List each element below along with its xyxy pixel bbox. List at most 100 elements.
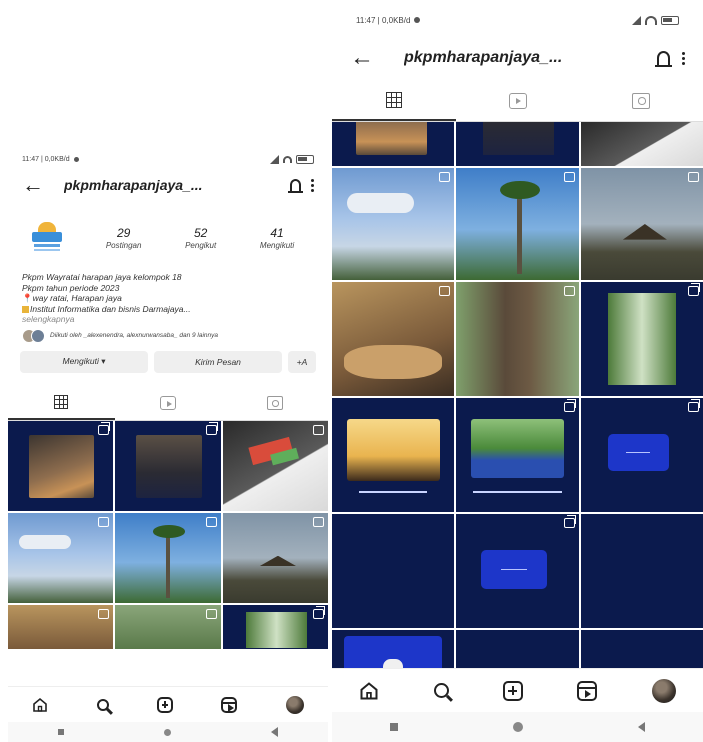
grid-icon (385, 91, 402, 108)
post-thumbnail[interactable] (115, 512, 221, 603)
profile-avatar-icon[interactable] (651, 678, 676, 703)
home-icon[interactable] (359, 681, 379, 701)
post-thumbnail[interactable] (580, 282, 703, 396)
home-icon[interactable] (32, 697, 48, 713)
post-thumbnail[interactable] (456, 282, 579, 396)
right-phone-screen: 11:47 | 0,0KB/d ← pkpmharapanjaya_... (332, 0, 703, 742)
tab-posts[interactable] (332, 80, 456, 121)
bio-line: way ratai, Harapan jaya (32, 293, 122, 303)
status-time: 11:47 | 0,0KB/d (356, 15, 411, 25)
back-arrow-icon[interactable]: ← (22, 174, 44, 196)
following-stat[interactable]: 41 Mengikuti (260, 226, 294, 250)
back-arrow-icon[interactable]: ← (350, 46, 374, 70)
tab-tagged[interactable] (579, 80, 703, 121)
followers-count: 52 (193, 226, 208, 240)
follower-avatars (22, 328, 45, 343)
followed-by-text: Diikuti oleh _alexenendra, alexnurwansab… (50, 331, 219, 339)
bell-icon[interactable] (655, 51, 672, 67)
notification-icon (73, 156, 79, 162)
signal-icon (270, 154, 279, 164)
post-thumbnail[interactable] (332, 122, 455, 166)
profile-avatar[interactable] (20, 210, 76, 266)
post-thumbnail[interactable] (332, 282, 455, 396)
post-thumbnail[interactable] (222, 604, 328, 649)
post-thumbnail[interactable] (115, 420, 221, 511)
reel-icon (313, 516, 324, 527)
tagged-icon (632, 92, 651, 109)
followed-by-row[interactable]: Diikuti oleh _alexenendra, alexnurwansab… (8, 325, 328, 347)
battery-icon (661, 15, 679, 25)
post-thumbnail[interactable] (580, 168, 703, 280)
post-thumbnail[interactable] (222, 512, 328, 603)
carousel-icon (563, 399, 576, 412)
profile-actions: Mengikuti ▾ Kirim Pesan +A (8, 347, 328, 381)
following-label: Mengikuti (259, 241, 295, 250)
wifi-icon (283, 155, 292, 163)
tab-reels[interactable] (115, 387, 222, 420)
wifi-icon (645, 15, 657, 25)
tab-posts[interactable] (8, 387, 115, 420)
new-post-icon[interactable] (502, 680, 523, 701)
reels-icon (508, 92, 527, 109)
more-options-icon[interactable] (682, 51, 685, 65)
post-thumbnail[interactable] (332, 168, 455, 280)
reel-icon (205, 608, 217, 619)
profile-username: pkpmharapanjaya_... (404, 49, 563, 66)
profile-tabs (332, 80, 703, 122)
post-thumbnail[interactable] (580, 398, 703, 512)
reel-icon (688, 172, 699, 182)
left-phone-screen: 11:47 | 0,0KB/d ← pkpmharapanjaya_... 29… (8, 150, 328, 742)
post-thumbnail[interactable] (456, 398, 579, 512)
search-icon[interactable] (433, 683, 449, 698)
location-pin-icon: 📍 (22, 293, 33, 303)
add-user-button[interactable]: +A (288, 350, 316, 373)
post-thumbnail[interactable] (8, 512, 114, 603)
post-thumbnail[interactable] (8, 604, 114, 649)
posts-label: Postingan (105, 241, 142, 250)
post-thumbnail[interactable] (222, 420, 328, 511)
reel-icon (205, 516, 217, 527)
search-icon[interactable] (96, 698, 109, 711)
profile-avatar-icon[interactable] (285, 695, 304, 714)
home-system-icon[interactable] (164, 728, 171, 736)
back-system-icon[interactable] (638, 722, 646, 732)
message-button[interactable]: Kirim Pesan (154, 350, 282, 373)
post-thumbnail[interactable] (332, 398, 455, 512)
followers-stat[interactable]: 52 Pengikut (185, 226, 216, 250)
more-options-icon[interactable] (311, 178, 314, 192)
profile-header: ← pkpmharapanjaya_... (332, 40, 703, 76)
post-thumbnail[interactable] (580, 122, 703, 166)
tab-tagged[interactable] (221, 387, 328, 420)
home-system-icon[interactable] (512, 722, 523, 732)
reels-icon (160, 396, 176, 410)
carousel-icon (563, 515, 576, 528)
post-thumbnail[interactable] (115, 604, 221, 649)
bio-line: Institut Informatika dan bisnis Darmajay… (30, 303, 191, 314)
status-bar: 11:47 | 0,0KB/d (8, 150, 328, 168)
post-thumbnail[interactable] (456, 514, 579, 628)
post-thumbnail[interactable] (456, 122, 579, 166)
status-time: 11:47 | 0,0KB/d (22, 155, 70, 163)
posts-stat[interactable]: 29 Postingan (106, 226, 142, 250)
following-button[interactable]: Mengikuti ▾ (20, 350, 148, 373)
tab-reels[interactable] (456, 80, 580, 121)
tagged-icon (266, 396, 283, 410)
reels-nav-icon[interactable] (577, 680, 598, 701)
recents-icon[interactable] (389, 723, 398, 731)
system-navigation (332, 712, 703, 742)
profile-summary: 29 Postingan 52 Pengikut 41 Mengikuti (8, 202, 328, 270)
recents-icon[interactable] (58, 729, 64, 735)
new-post-icon[interactable] (156, 696, 173, 713)
system-navigation (8, 722, 328, 742)
post-thumbnail[interactable] (580, 514, 703, 628)
reel-icon (563, 286, 575, 296)
reels-nav-icon[interactable] (221, 696, 238, 713)
post-thumbnail[interactable] (8, 420, 114, 511)
signal-icon (632, 15, 641, 25)
post-thumbnail[interactable] (456, 168, 579, 280)
bell-icon[interactable] (288, 179, 303, 193)
bio-more-link[interactable]: selengkapnya (22, 314, 314, 325)
back-system-icon[interactable] (271, 727, 278, 737)
battery-icon (296, 154, 314, 164)
post-thumbnail[interactable] (332, 514, 455, 628)
